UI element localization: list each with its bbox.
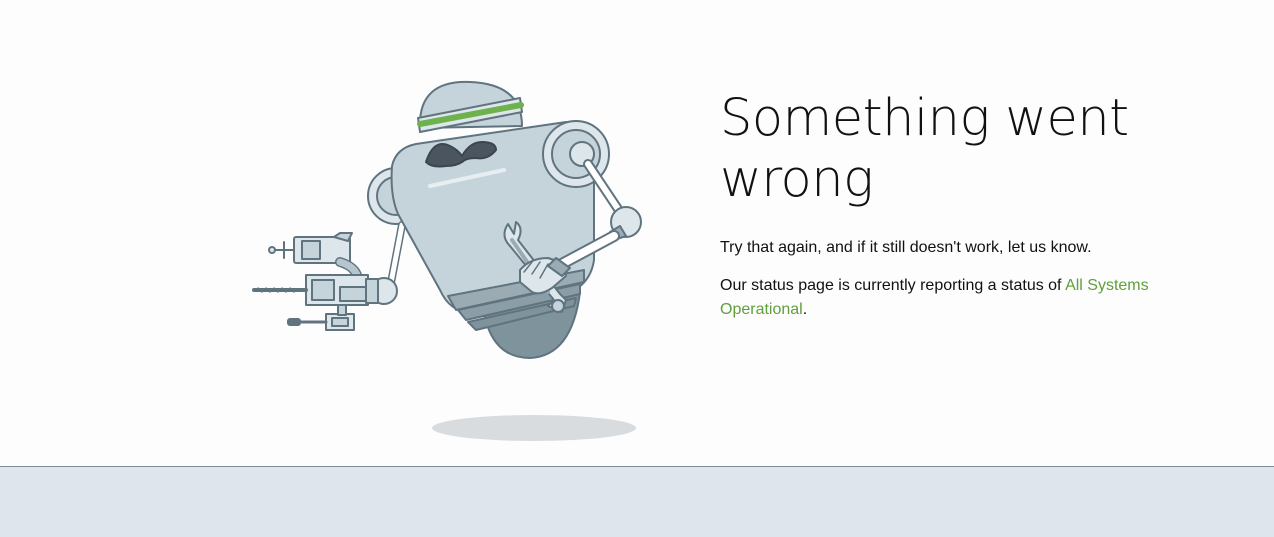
robot-illustration: [252, 80, 642, 441]
status-prefix: Our status page is currently reporting a…: [720, 277, 1066, 295]
tool-attachments: [252, 232, 379, 331]
shadow-ellipse: [432, 415, 636, 441]
status-suffix: .: [802, 301, 808, 319]
page-title: Something went wrong: [720, 89, 1129, 210]
footer: [0, 466, 1274, 537]
status-message: Our status page is currently reporting a…: [720, 274, 1240, 322]
hero-section: Something went wrong Try that again, and…: [0, 0, 1274, 466]
error-message: Something went wrong Try that again, and…: [720, 88, 1240, 336]
retry-message: Try that again, and if it still doesn't …: [720, 239, 1092, 257]
